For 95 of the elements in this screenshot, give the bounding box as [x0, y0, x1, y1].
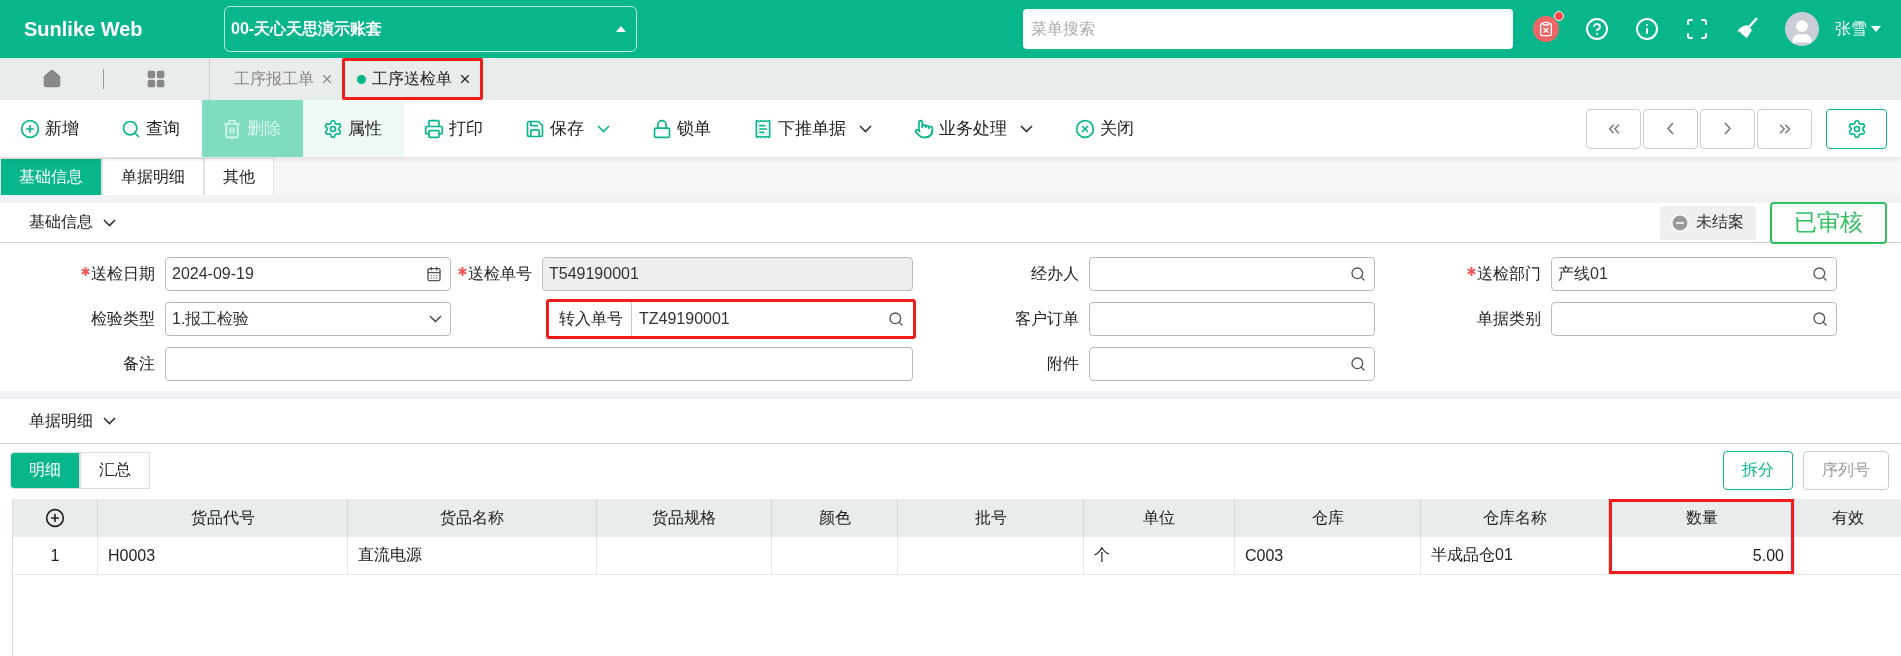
column-header: 批号: [898, 499, 1084, 537]
status-badge: 未结案: [1660, 205, 1756, 240]
search-icon: [121, 118, 141, 139]
input-field[interactable]: [1551, 302, 1837, 336]
fullscreen-icon[interactable]: [1685, 17, 1709, 41]
column-header: 仓库名称: [1421, 499, 1609, 537]
toolbar-button[interactable]: 业务处理: [894, 100, 1055, 157]
next-page-button[interactable]: [1700, 108, 1755, 149]
search-icon[interactable]: [888, 311, 904, 327]
notification-button[interactable]: [1533, 16, 1559, 42]
search-icon[interactable]: [1350, 266, 1366, 282]
last-page-button[interactable]: [1757, 108, 1812, 149]
chevron-down-icon[interactable]: [103, 417, 116, 425]
caret-icon[interactable]: [1871, 26, 1881, 32]
chevron-right-icon: [1724, 122, 1731, 135]
menu-search-field[interactable]: 菜单搜索: [1023, 9, 1513, 49]
column-header: 货品名称: [348, 499, 597, 537]
row-number: 1: [13, 537, 98, 575]
toolbar-button[interactable]: 关闭: [1055, 100, 1156, 157]
search-icon[interactable]: [1812, 266, 1828, 282]
section-title: 单据明细: [29, 410, 93, 431]
add-icon: [20, 118, 40, 139]
document-icon: [753, 118, 773, 139]
input-field[interactable]: 2024-09-19: [165, 257, 451, 291]
table-cell: H0003: [98, 537, 348, 575]
table-cell: 半成品仓01: [1421, 537, 1609, 575]
field-label: 检验类型: [91, 308, 155, 329]
table-cell: C003: [1235, 537, 1421, 575]
close-icon[interactable]: [458, 72, 472, 86]
previous-page-button[interactable]: [1643, 108, 1698, 149]
grid-icon[interactable]: [145, 69, 166, 89]
clipboard-icon: [1538, 21, 1554, 37]
toolbar-button[interactable]: 下推单据: [733, 100, 894, 157]
section-title: 基础信息: [29, 212, 93, 232]
search-icon[interactable]: [1812, 311, 1828, 327]
table-cell: 5.00: [1609, 537, 1795, 575]
input-field[interactable]: T549190001: [542, 257, 913, 291]
field-label: 经办人: [1031, 263, 1079, 284]
column-header: 单位: [1084, 499, 1235, 537]
table-cell: 直流电源: [348, 537, 597, 575]
approved-stamp: 已审核: [1770, 201, 1887, 244]
home-icon[interactable]: [41, 69, 62, 89]
form-tab[interactable]: 其他: [204, 158, 274, 195]
toolbar-button[interactable]: 打印: [404, 100, 505, 157]
column-header: 货品规格: [597, 499, 772, 537]
toolbar-button[interactable]: 查询: [101, 100, 202, 157]
column-header: 货品代号: [98, 499, 348, 537]
calendar-icon[interactable]: [426, 266, 442, 282]
field-label: 客户订单: [1015, 308, 1079, 329]
column-header: 数量: [1609, 499, 1795, 537]
first-page-button[interactable]: [1586, 108, 1641, 149]
caret-icon: [616, 26, 626, 32]
settings-icon: [1846, 118, 1867, 139]
field-label: 备注: [123, 353, 155, 374]
field-label: 送检部门: [1477, 263, 1541, 284]
toolbar-button[interactable]: 锁单: [632, 100, 733, 157]
trash-icon: [222, 118, 242, 139]
field-label: 送检单号: [468, 263, 532, 284]
chevron-down-icon[interactable]: [429, 315, 442, 323]
input-field[interactable]: [1089, 302, 1375, 336]
toolbar-button[interactable]: 保存: [505, 100, 632, 157]
save-icon: [525, 118, 545, 139]
field-label: 单据类别: [1477, 308, 1541, 329]
column-header: 有效: [1795, 499, 1901, 537]
table-cell: 个: [1084, 537, 1235, 575]
toolbar-button[interactable]: 属性: [303, 100, 404, 157]
search-icon[interactable]: [1350, 356, 1366, 372]
toolbar-button[interactable]: 新增: [0, 100, 101, 157]
hand-pointer-icon: [914, 118, 934, 139]
input-field[interactable]: 产线01: [1551, 257, 1837, 291]
column-header: 颜色: [772, 499, 898, 537]
help-icon[interactable]: [1585, 17, 1609, 41]
page-tab[interactable]: 工序送检单: [342, 58, 483, 100]
field-label: 附件: [1047, 353, 1079, 374]
add-row-icon[interactable]: [45, 508, 65, 528]
printer-icon: [424, 118, 444, 139]
close-icon: [1075, 118, 1095, 139]
logo: Sunlike Web: [24, 17, 144, 41]
chevron-down-icon[interactable]: [103, 218, 116, 227]
info-icon[interactable]: [1635, 17, 1659, 41]
settings-button[interactable]: [1826, 108, 1887, 149]
input-field[interactable]: [1089, 257, 1375, 291]
lock-icon: [652, 118, 672, 139]
input-field[interactable]: [1089, 347, 1375, 381]
notification-dot: [1554, 11, 1564, 21]
active-dot-icon: [357, 74, 366, 84]
form-tab[interactable]: 单据明细: [102, 158, 204, 195]
avatar[interactable]: [1785, 12, 1819, 46]
input-field[interactable]: 1.报工检验: [165, 302, 451, 336]
field-label: 送检日期: [91, 263, 155, 284]
settings-icon: [323, 118, 343, 139]
column-header: 仓库: [1235, 499, 1421, 537]
chevron-left-icon: [1667, 122, 1674, 135]
input-field[interactable]: [165, 347, 913, 381]
detail-tab[interactable]: 汇总: [80, 452, 150, 489]
